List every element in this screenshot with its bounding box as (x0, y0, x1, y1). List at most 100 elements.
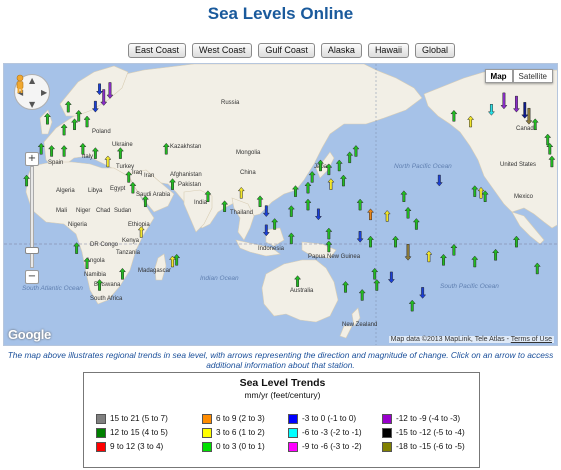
label-chad: Chad (96, 208, 110, 214)
legend-swatch (96, 441, 106, 452)
east-coast-button[interactable]: East Coast (128, 43, 187, 58)
map-type-control: Map Satellite (484, 69, 553, 83)
zoom-out-button[interactable]: − (25, 270, 39, 284)
pegman-icon[interactable] (14, 74, 26, 94)
label-indian-ocean: Indian Ocean (200, 275, 239, 282)
label-sudan: Sudan (114, 208, 131, 214)
legend-item: -15 to -12 (-5 to -4) (382, 427, 465, 438)
legend-item: -18 to -15 (-6 to -5) (382, 441, 465, 452)
label-iran: Iran (144, 173, 154, 179)
legend-item: -12 to -9 (-4 to -3) (382, 413, 460, 424)
label-libya: Libya (88, 188, 103, 194)
label-tanzania: Tanzania (116, 250, 141, 256)
attribution-text: Map data ©2013 MapLink, Tele Atlas - (390, 336, 509, 343)
label-south-africa: South Africa (90, 296, 123, 302)
world-map[interactable]: Russia Canada Poland Ukraine Kazakhstan … (3, 63, 558, 346)
alaska-button[interactable]: Alaska (320, 43, 362, 58)
label-mexico: Mexico (514, 194, 534, 200)
map-attribution: Map data ©2013 MapLink, Tele Atlas - Ter… (388, 336, 554, 343)
legend-item: 15 to 21 (5 to 7) (96, 413, 168, 424)
legend-label: 3 to 6 (1 to 2) (216, 428, 265, 437)
label-italy: Italy (82, 154, 93, 160)
legend-label: -9 to -6 (-3 to -2) (302, 442, 362, 451)
legend-swatch (382, 441, 392, 452)
legend-swatch (96, 413, 106, 424)
label-dr-congo: DR Congo (90, 242, 119, 248)
label-mali: Mali (56, 208, 67, 214)
legend-swatch (288, 427, 298, 438)
map-view-button[interactable]: Map (484, 69, 513, 83)
legend-label: -6 to -3 (-2 to -1) (302, 428, 362, 437)
pan-right-icon[interactable]: ▶ (41, 88, 47, 97)
label-pakistan: Pakistan (178, 182, 201, 188)
label-thailand: Thailand (230, 210, 253, 216)
legend-label: 6 to 9 (2 to 3) (216, 414, 265, 423)
label-mongolia: Mongolia (236, 150, 261, 156)
zoom-in-button[interactable]: + (25, 152, 39, 166)
legend-subtitle: mm/yr (feet/century) (244, 390, 321, 400)
global-button[interactable]: Global (414, 43, 455, 58)
label-afghanistan: Afghanistan (170, 172, 202, 178)
legend-label: -18 to -15 (-6 to -5) (396, 442, 465, 451)
legend-title: Sea Level Trends (239, 377, 326, 389)
legend-item: 6 to 9 (2 to 3) (202, 413, 265, 424)
label-ethiopia: Ethiopia (128, 222, 150, 228)
legend-swatch (202, 413, 212, 424)
label-south-atlantic: South Atlantic Ocean (22, 285, 83, 292)
terms-of-use-link[interactable]: Terms of Use (511, 336, 552, 343)
legend-item: 3 to 6 (1 to 2) (202, 427, 265, 438)
label-madagascar: Madagascar (138, 268, 171, 274)
legend-swatch (382, 413, 392, 424)
label-kazakhstan: Kazakhstan (170, 144, 201, 150)
label-south-pacific: South Pacific Ocean (440, 283, 499, 290)
legend-swatch (202, 427, 212, 438)
page-title: Sea Levels Online (207, 4, 354, 23)
label-egypt: Egypt (110, 186, 126, 192)
legend-label: -15 to -12 (-5 to -4) (396, 428, 465, 437)
label-ukraine: Ukraine (112, 142, 133, 148)
legend-item: 12 to 15 (4 to 5) (96, 427, 168, 438)
legend-item: 0 to 3 (0 to 1) (202, 441, 265, 452)
legend-label: 12 to 15 (4 to 5) (110, 428, 168, 437)
satellite-view-button[interactable]: Satellite (512, 69, 553, 83)
google-logo[interactable]: Google (8, 327, 51, 342)
label-algeria: Algeria (56, 188, 75, 194)
page: Sea Levels Online East Coast West Coast … (0, 0, 561, 470)
legend-swatch (96, 427, 106, 438)
legend-label: 0 to 3 (0 to 1) (216, 442, 265, 451)
pan-down-icon[interactable]: ▼ (29, 100, 35, 109)
legend-item: -6 to -3 (-2 to -1) (288, 427, 362, 438)
legend-label: 15 to 21 (5 to 7) (110, 414, 168, 423)
legend-item: 9 to 12 (3 to 4) (96, 441, 163, 452)
zoom-slider-thumb[interactable] (25, 247, 39, 254)
label-india: India (194, 200, 208, 206)
label-papua: Papua New Guinea (308, 254, 361, 260)
label-north-pacific: North Pacific Ocean (394, 163, 452, 170)
legend-swatch (382, 427, 392, 438)
label-russia: Russia (221, 100, 240, 106)
legend-swatch (288, 441, 298, 452)
legend-item: -3 to 0 (-1 to 0) (288, 413, 356, 424)
label-united-states: United States (500, 162, 536, 168)
label-new-zealand: New Zealand (342, 322, 377, 328)
legend-item: -9 to -6 (-3 to -2) (288, 441, 362, 452)
west-coast-button[interactable]: West Coast (192, 43, 253, 58)
label-niger: Niger (76, 208, 90, 214)
gulf-coast-button[interactable]: Gulf Coast (258, 43, 315, 58)
hawaii-button[interactable]: Hawaii (367, 43, 409, 58)
label-poland: Poland (92, 129, 111, 135)
label-indonesia: Indonesia (258, 246, 285, 252)
label-nigeria: Nigeria (68, 222, 88, 228)
legend-label: 9 to 12 (3 to 4) (110, 442, 164, 451)
map-canvas[interactable]: Russia Canada Poland Ukraine Kazakhstan … (4, 64, 558, 346)
label-china: China (240, 170, 256, 176)
pan-up-icon[interactable]: ▲ (29, 76, 35, 85)
label-iraq: Iraq (132, 170, 142, 176)
label-saudi-arabia: Saudi Arabia (136, 192, 171, 198)
label-kenya: Kenya (122, 238, 140, 244)
legend-label: -12 to -9 (-4 to -3) (396, 414, 461, 423)
legend-swatch (202, 441, 212, 452)
label-namibia: Namibia (84, 272, 107, 278)
label-australia: Australia (290, 288, 314, 294)
legend-swatch (288, 413, 298, 424)
